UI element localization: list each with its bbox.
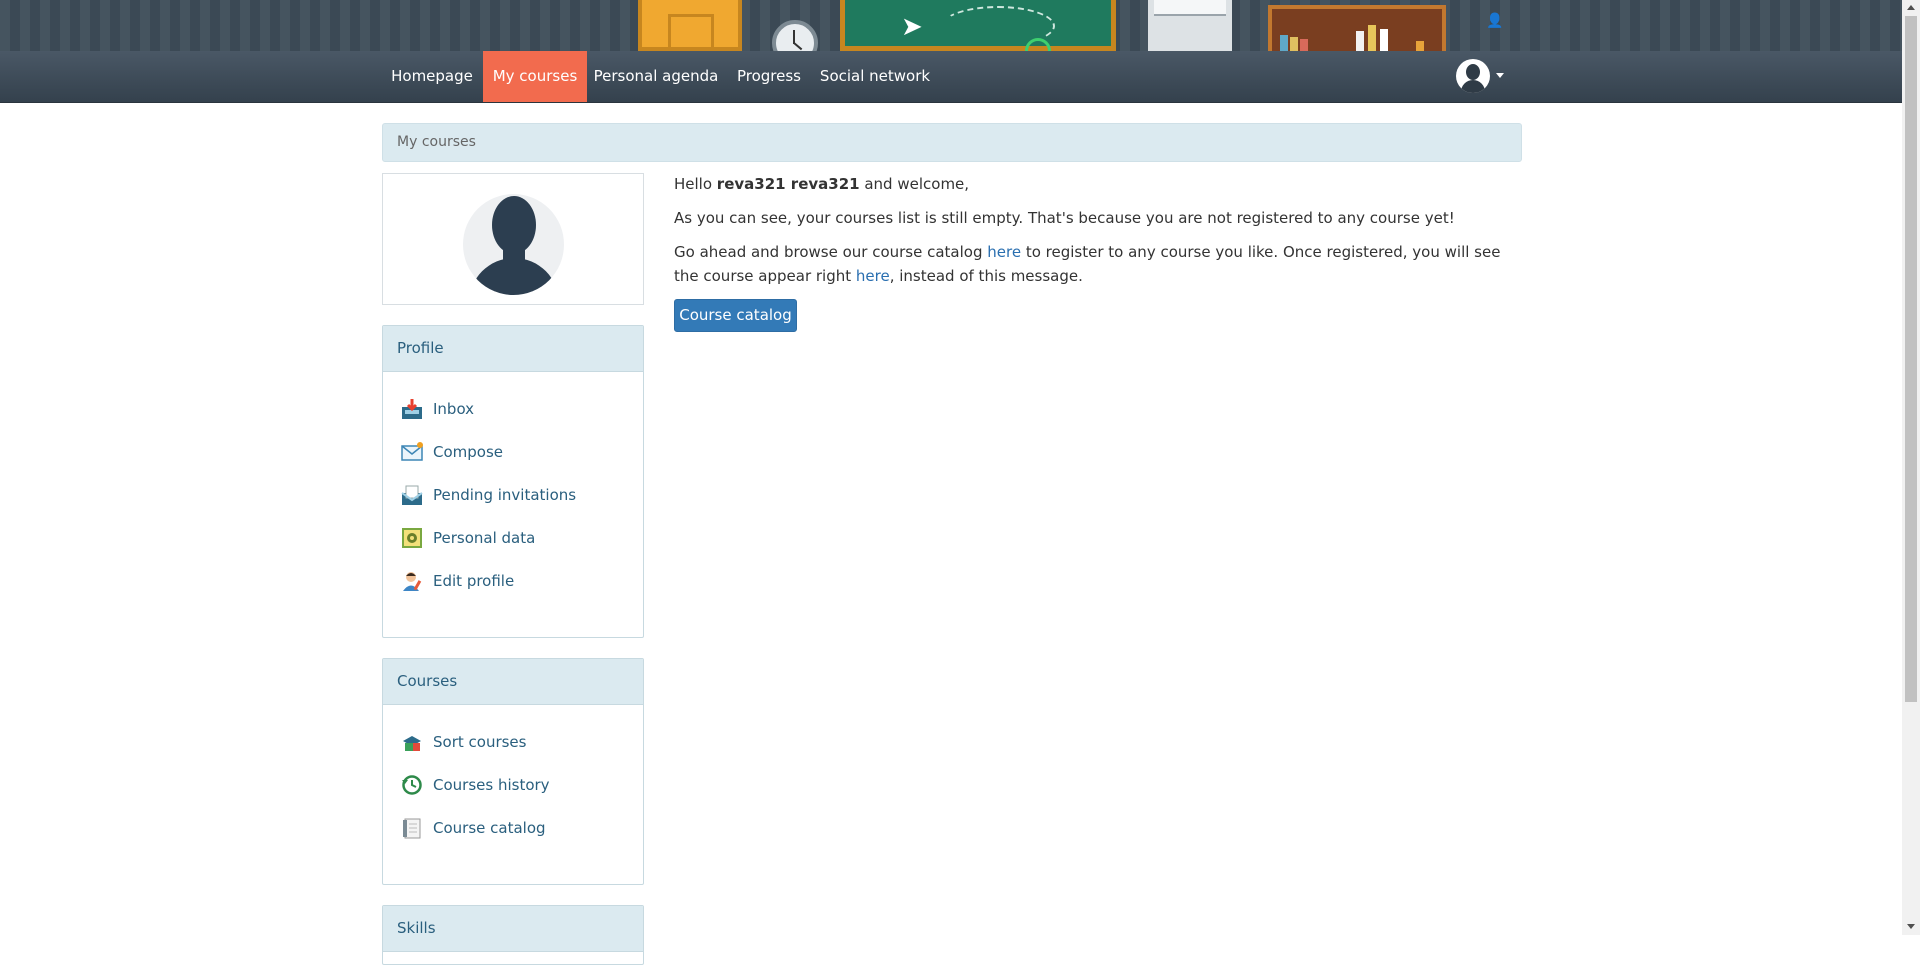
skills-panel-title: Skills bbox=[383, 906, 643, 952]
page-scrollbar[interactable] bbox=[1902, 0, 1920, 935]
sidebar-item-edit-profile[interactable]: Edit profile bbox=[401, 569, 514, 593]
chalkboard-illustration: ➤ bbox=[840, 0, 1116, 51]
profile-panel: Profile Inbox Compose Pending invitation… bbox=[382, 325, 644, 638]
chevron-down-icon[interactable] bbox=[1496, 73, 1504, 78]
door-illustration bbox=[638, 0, 742, 51]
sidebar-item-label: Courses history bbox=[433, 776, 550, 794]
sidebar-item-courses-history[interactable]: Courses history bbox=[401, 773, 550, 797]
nav-progress[interactable]: Progress bbox=[725, 51, 813, 102]
browse-catalog-message: Go ahead and browse our course catalog h… bbox=[674, 243, 1501, 285]
sidebar-item-label: Course catalog bbox=[433, 819, 546, 837]
poster-illustration bbox=[1148, 0, 1232, 51]
courses-here-link[interactable]: here bbox=[856, 267, 890, 285]
sidebar-item-label: Edit profile bbox=[433, 572, 515, 590]
skills-panel: Skills bbox=[382, 905, 644, 965]
username: reva321 reva321 bbox=[716, 175, 860, 193]
main-navbar: Homepage My courses Personal agenda Prog… bbox=[0, 51, 1902, 103]
welcome-message: Hello reva321 reva321 and welcome, As yo… bbox=[674, 172, 1524, 288]
scroll-down-arrow-icon[interactable] bbox=[1907, 924, 1915, 929]
catalog-here-link[interactable]: here bbox=[987, 243, 1021, 261]
nav-social-network[interactable]: Social network bbox=[813, 51, 937, 102]
pending-invitations-icon bbox=[401, 484, 423, 506]
user-menu-avatar[interactable] bbox=[1456, 59, 1490, 93]
personal-data-icon bbox=[401, 527, 423, 549]
sidebar-item-inbox[interactable]: Inbox bbox=[401, 397, 474, 421]
sort-courses-icon bbox=[401, 731, 423, 753]
sidebar-item-personal-data[interactable]: Personal data bbox=[401, 526, 535, 550]
sidebar-item-pending-invitations[interactable]: Pending invitations bbox=[401, 483, 576, 507]
nav-homepage[interactable]: Homepage bbox=[382, 51, 482, 102]
nav-my-courses[interactable]: My courses bbox=[483, 51, 587, 102]
sidebar-item-label: Inbox bbox=[433, 400, 475, 418]
edit-profile-icon bbox=[401, 570, 423, 592]
sidebar-item-course-catalog[interactable]: Course catalog bbox=[401, 816, 546, 840]
sidebar-item-label: Sort courses bbox=[433, 733, 527, 751]
courses-history-icon bbox=[401, 774, 423, 796]
header-banner: ➤ 👤 bbox=[0, 0, 1902, 51]
user-icon: 👤 bbox=[1486, 13, 1504, 29]
sidebar-item-label: Pending invitations bbox=[433, 486, 577, 504]
course-catalog-icon bbox=[401, 817, 423, 839]
scroll-up-arrow-icon[interactable] bbox=[1907, 5, 1915, 10]
nav-personal-agenda[interactable]: Personal agenda bbox=[587, 51, 725, 102]
sidebar-item-compose[interactable]: Compose bbox=[401, 440, 503, 464]
empty-courses-message: As you can see, your courses list is sti… bbox=[674, 209, 1455, 227]
course-catalog-button[interactable]: Course catalog bbox=[674, 299, 797, 332]
compose-icon bbox=[401, 441, 423, 463]
inbox-icon bbox=[401, 398, 423, 420]
welcome-greeting: Hello reva321 reva321 and welcome, bbox=[674, 175, 970, 193]
avatar[interactable] bbox=[463, 194, 564, 295]
profile-panel-title: Profile bbox=[383, 326, 643, 372]
courses-panel: Courses Sort courses Courses history Cou… bbox=[382, 658, 644, 885]
sidebar-item-label: Compose bbox=[433, 443, 504, 461]
sidebar-item-label: Personal data bbox=[433, 529, 536, 547]
clock-illustration bbox=[772, 20, 818, 51]
scrollbar-thumb[interactable] bbox=[1905, 16, 1917, 702]
courses-panel-title: Courses bbox=[383, 659, 643, 705]
user-avatar-box bbox=[382, 173, 644, 305]
sidebar-item-sort-courses[interactable]: Sort courses bbox=[401, 730, 526, 754]
breadcrumb: My courses bbox=[382, 123, 1522, 162]
bookshelf-illustration bbox=[1268, 5, 1446, 51]
